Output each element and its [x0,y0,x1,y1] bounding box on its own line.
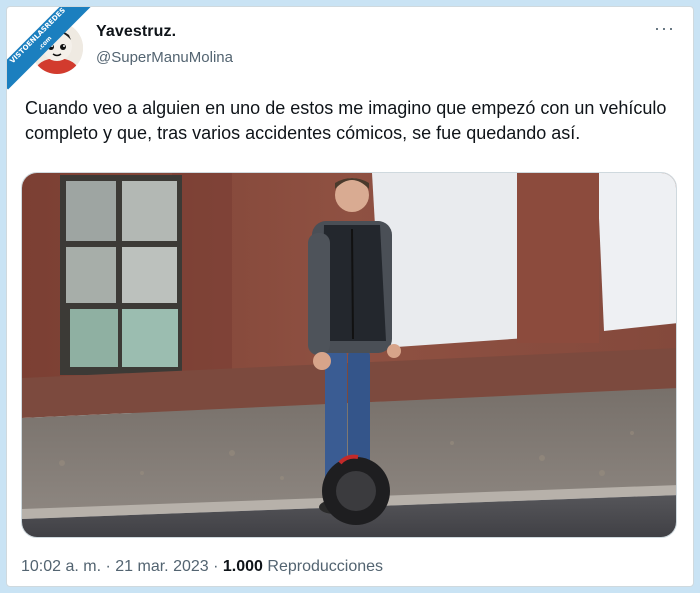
meta-separator: · [208,558,223,575]
meta-separator: · [101,558,116,575]
author-name[interactable]: Yavestruz. [96,23,176,41]
views-count: 1.000 [222,558,263,575]
tweet-image[interactable] [21,172,677,538]
tweet-text: Cuando veo a alguien en uno de estos me … [25,98,667,143]
tweet-time[interactable]: 10:02 a. m. [21,558,101,575]
unicycle-wheel [322,454,390,525]
tweet-metadata: 10:02 a. m. · 21 mar. 2023 · 1.000 Repro… [21,558,383,576]
tweet-card: VISTOENLASREDES .com Yavestruz. @SuperMa… [6,6,694,587]
tweet-date[interactable]: 21 mar. 2023 [115,558,208,575]
unicycle-photo [22,173,676,537]
author-handle[interactable]: @SuperManuMolina [96,49,233,66]
more-options-icon[interactable]: ··· [654,19,675,37]
views-label: Reproducciones [262,558,384,575]
